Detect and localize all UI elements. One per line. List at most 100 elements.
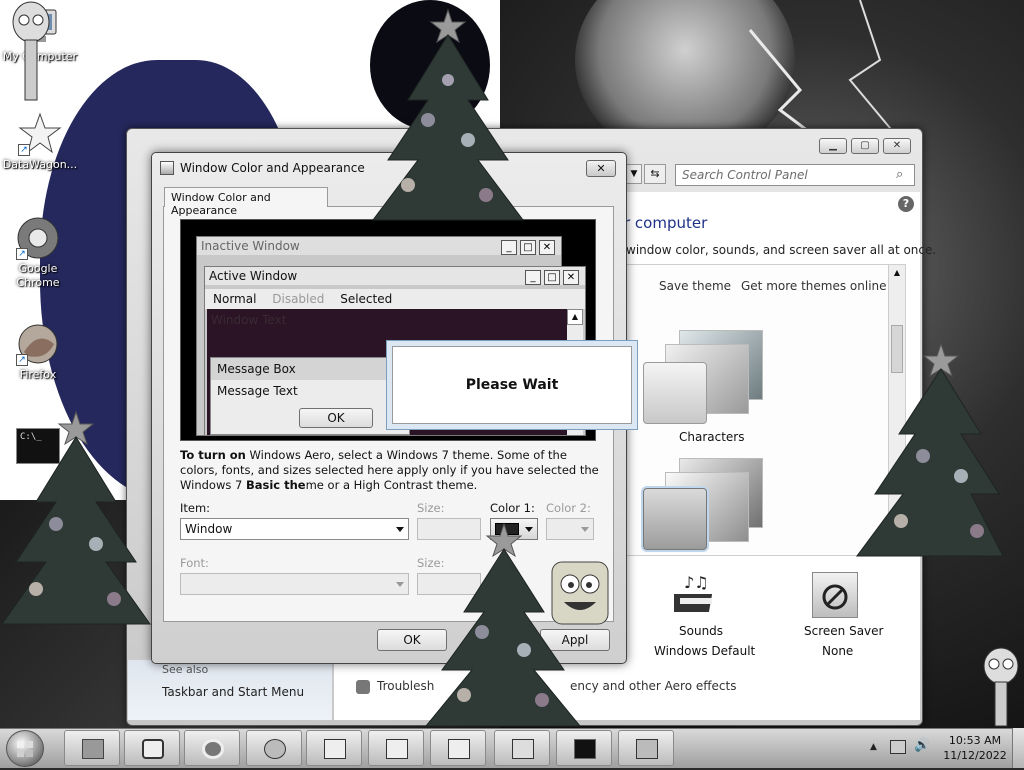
taskbar-chrome[interactable] bbox=[184, 730, 240, 766]
shield-icon bbox=[356, 680, 370, 694]
christmas-tree-decoration bbox=[856, 342, 1004, 557]
taskbar-folder-3[interactable] bbox=[430, 730, 486, 766]
tab-window-color[interactable]: Window Color and Appearance bbox=[164, 187, 328, 217]
folder-icon bbox=[448, 739, 470, 759]
search-icon[interactable]: ⌕ bbox=[896, 167, 903, 182]
network-icon[interactable] bbox=[890, 740, 906, 754]
control-panel-icon bbox=[512, 739, 534, 759]
maximize-button[interactable]: ▢ bbox=[851, 138, 879, 154]
screen-saver-icon[interactable] bbox=[812, 572, 858, 618]
close-icon: ✕ bbox=[563, 270, 579, 285]
sounds-value: Windows Default bbox=[654, 644, 756, 658]
show-hidden-icons-button[interactable]: ▲ bbox=[870, 742, 877, 752]
taskbar-control-panel[interactable] bbox=[494, 730, 550, 766]
preview-message-text: Message Text bbox=[217, 384, 298, 398]
dialog-close-button[interactable]: ✕ bbox=[586, 160, 616, 177]
preview-active-controls: _ □ ✕ bbox=[522, 269, 579, 285]
taskbar-folder-1[interactable] bbox=[306, 730, 362, 766]
taskbar-display-settings[interactable] bbox=[618, 730, 674, 766]
shortcut-arrow-icon: ↗ bbox=[16, 354, 28, 366]
dialog-app-icon bbox=[160, 161, 174, 175]
preview-menu-selected: Selected bbox=[340, 292, 393, 306]
minimize-button[interactable]: ▁ bbox=[819, 138, 847, 154]
font-label: Font: bbox=[180, 556, 209, 570]
system-clock[interactable]: 10:53 AM 11/12/2022 bbox=[940, 733, 1010, 763]
close-button[interactable]: ✕ bbox=[883, 138, 911, 154]
color2-label: Color 2: bbox=[546, 501, 591, 515]
preview-menu-disabled: Disabled bbox=[272, 292, 325, 306]
chevron-down-icon bbox=[396, 582, 404, 587]
theme-color-swatch bbox=[643, 488, 707, 550]
item-label: Item: bbox=[180, 501, 211, 515]
volume-icon[interactable]: 🔊 bbox=[914, 738, 930, 753]
taskbar-command-prompt[interactable] bbox=[556, 730, 612, 766]
preview-menu-normal: Normal bbox=[213, 292, 257, 306]
search-input[interactable]: Search Control Panel bbox=[675, 164, 915, 186]
save-theme-link[interactable]: Save theme bbox=[659, 279, 731, 293]
screen-saver-label[interactable]: Screen Saver bbox=[804, 624, 883, 638]
start-button[interactable] bbox=[6, 730, 44, 767]
aero-info-text: To turn on Windows Aero, select a Window… bbox=[180, 448, 600, 493]
sounds-label[interactable]: Sounds bbox=[679, 624, 723, 638]
maximize-icon: □ bbox=[520, 240, 536, 255]
maximize-icon: □ bbox=[544, 270, 560, 285]
chevron-down-icon bbox=[396, 527, 404, 532]
minimize-icon: _ bbox=[501, 240, 517, 255]
cmd-icon bbox=[574, 739, 596, 759]
help-icon[interactable]: ? bbox=[898, 196, 914, 212]
desktop-icon-firefox[interactable]: ↗ Firefox bbox=[0, 322, 76, 382]
item-select-value: Window bbox=[185, 522, 233, 536]
aero-info-bold-2: Basic the bbox=[245, 478, 306, 492]
desktop-icon-label: DataWagon... bbox=[2, 158, 78, 171]
sounds-icon[interactable]: ♪♫ bbox=[668, 572, 722, 620]
shortcut-arrow-icon: ↗ bbox=[16, 248, 28, 260]
taskbar-folder-2[interactable] bbox=[368, 730, 424, 766]
theme-second[interactable] bbox=[643, 458, 767, 552]
clock-time: 10:53 AM bbox=[948, 734, 1002, 747]
aero-effects-link[interactable]: ency and other Aero effects bbox=[570, 679, 736, 693]
star-emblem-icon: ↗ bbox=[18, 112, 62, 156]
dialog-title: Window Color and Appearance bbox=[180, 161, 365, 175]
clock-date: 11/12/2022 bbox=[943, 749, 1007, 762]
theme-name: Characters bbox=[679, 430, 745, 444]
svg-text:♪♫: ♪♫ bbox=[684, 573, 709, 592]
close-icon: ✕ bbox=[539, 240, 555, 255]
get-more-themes-link[interactable]: Get more themes online bbox=[741, 279, 887, 293]
sponge-character-decoration bbox=[551, 561, 609, 625]
theme-characters[interactable] bbox=[643, 330, 767, 430]
desktop-icon-datawagon[interactable]: ↗ DataWagon... bbox=[2, 112, 78, 172]
folder-icon bbox=[324, 739, 346, 759]
desktop-icon-google-chrome[interactable]: ↗ Google Chrome bbox=[0, 216, 76, 290]
font-select[interactable] bbox=[180, 573, 409, 595]
aero-info-body-2: me or a High Contrast theme. bbox=[305, 478, 478, 492]
taskbar-printer[interactable] bbox=[64, 730, 120, 766]
preview-inactive-controls: _ □ ✕ bbox=[498, 239, 555, 255]
christmas-tree-decoration bbox=[1, 410, 151, 625]
desktop-icon-label: Google Chrome bbox=[16, 262, 60, 289]
refresh-icon[interactable]: ⇆ bbox=[644, 164, 666, 184]
taskbar-media-player[interactable] bbox=[124, 730, 180, 766]
scroll-up-icon[interactable]: ▲ bbox=[889, 265, 905, 281]
shortcut-arrow-icon: ↗ bbox=[18, 144, 30, 156]
size-label: Size: bbox=[417, 501, 445, 515]
minimize-icon: _ bbox=[525, 270, 541, 285]
page-description: window color, sounds, and screen saver a… bbox=[626, 243, 937, 257]
preview-message-box-title: Message Box bbox=[211, 358, 409, 380]
media-player-icon bbox=[142, 739, 164, 759]
chrome-icon: ↗ bbox=[16, 216, 60, 260]
screen-saver-value: None bbox=[822, 644, 854, 658]
christmas-tree-decoration bbox=[372, 8, 524, 221]
preview-menu-bar: Normal Disabled Selected bbox=[205, 289, 585, 309]
preview-message-box: Message Box Message Text OK bbox=[210, 357, 410, 435]
show-desktop-button[interactable] bbox=[1012, 728, 1024, 768]
taskbar-start-menu-link[interactable]: Taskbar and Start Menu bbox=[162, 685, 304, 699]
address-dropdown-button[interactable]: ▼ bbox=[626, 164, 642, 184]
taskbar-messenger[interactable] bbox=[246, 730, 302, 766]
color1-label: Color 1: bbox=[490, 501, 535, 515]
monitor-icon bbox=[636, 739, 658, 759]
scroll-up-icon: ▲ bbox=[567, 309, 583, 325]
item-select[interactable]: Window bbox=[180, 518, 409, 540]
folder-icon bbox=[386, 739, 408, 759]
aero-info-bold: To turn on bbox=[180, 448, 246, 462]
desktop-icon-label: Firefox bbox=[19, 368, 57, 381]
